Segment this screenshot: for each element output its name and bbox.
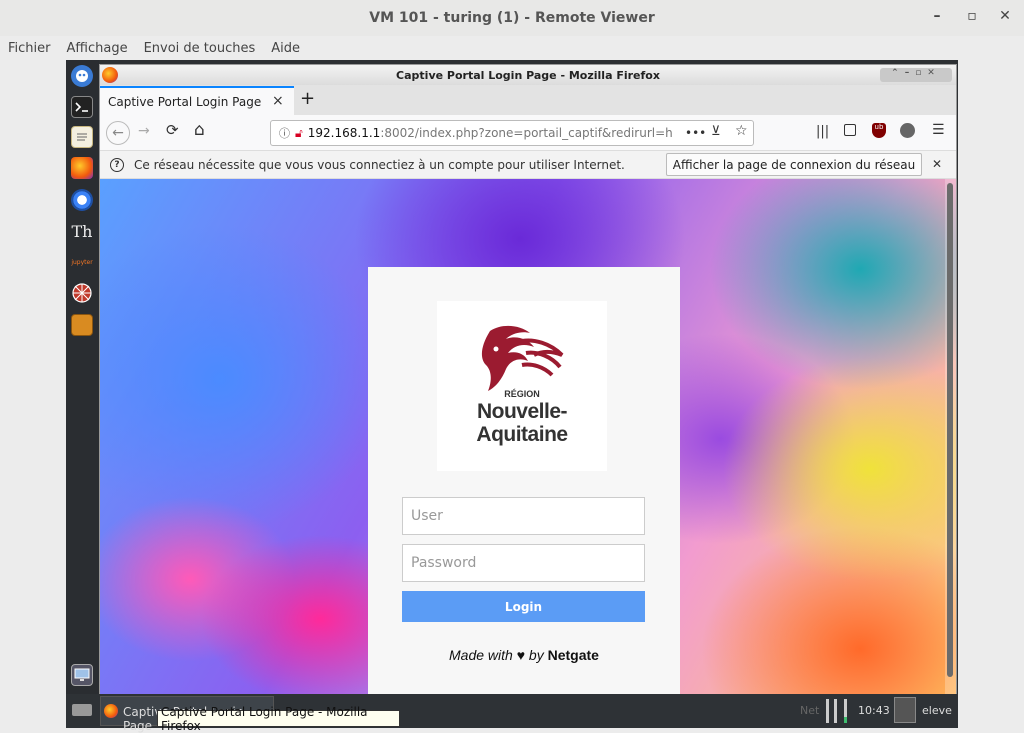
bookmark-star-icon[interactable]: ☆	[735, 123, 748, 139]
url-host: 192.168.1.1	[307, 126, 381, 140]
tab-strip: Captive Portal Login Page × +	[100, 85, 956, 115]
app-icon[interactable]	[71, 65, 93, 87]
launcher-icon[interactable]	[72, 704, 92, 716]
extension-icon[interactable]	[900, 123, 915, 138]
password-input[interactable]: Password	[402, 544, 645, 582]
archive-icon[interactable]	[71, 314, 93, 336]
thonny-icon[interactable]: Th	[71, 220, 93, 242]
net-monitor-graph	[824, 697, 852, 725]
firefox-icon[interactable]	[71, 157, 93, 179]
reload-button[interactable]: ⟳	[166, 121, 179, 139]
page-content: RÉGION Nouvelle- Aquitaine User Password…	[100, 179, 956, 695]
footer-by: by	[528, 647, 544, 663]
sidebar-icon[interactable]	[844, 124, 856, 136]
menu-affichage[interactable]: Affichage	[67, 41, 128, 56]
network-icon[interactable]	[71, 282, 93, 304]
jupyter-icon[interactable]: jupyter	[71, 251, 93, 273]
home-button[interactable]: ⌂	[194, 120, 205, 140]
show-login-page-button[interactable]: Afficher la page de connexion du réseau	[666, 153, 922, 176]
taskbar-tooltip: Captive Portal Login Page - Mozilla Fire…	[157, 705, 400, 733]
question-icon: ?	[110, 157, 124, 172]
text-editor-icon[interactable]	[71, 126, 93, 148]
region-logo: RÉGION Nouvelle- Aquitaine	[437, 301, 607, 471]
back-button[interactable]: ←	[106, 121, 130, 145]
user-label[interactable]: eleve	[922, 704, 952, 717]
login-button[interactable]: Login	[402, 591, 645, 622]
logo-region-text: RÉGION	[504, 389, 540, 399]
lion-emblem-icon	[481, 325, 564, 391]
viewer-menubar: Fichier Affichage Envoi de touches Aide	[0, 36, 1024, 60]
menu-button[interactable]: ☰	[932, 122, 945, 138]
close-button[interactable]: ✕	[994, 8, 1016, 24]
firefox-window: Captive Portal Login Page - Mozilla Fire…	[99, 64, 957, 695]
menu-aide[interactable]: Aide	[271, 41, 300, 56]
scrollbar-thumb[interactable]	[947, 183, 953, 677]
logo-line2: Aquitaine	[476, 423, 568, 446]
firefox-window-title: Captive Portal Login Page - Mozilla Fire…	[396, 68, 660, 82]
notification-close-icon[interactable]: ✕	[932, 157, 942, 171]
forward-button[interactable]: →	[138, 123, 150, 139]
maximize-button[interactable]: ▫	[961, 8, 983, 24]
info-icon[interactable]: ⓘ	[279, 125, 290, 141]
page-scrollbar[interactable]	[945, 179, 956, 695]
minimize-button[interactable]: –	[926, 8, 948, 24]
pocket-icon[interactable]: ⊻	[711, 124, 721, 139]
chromium-icon[interactable]	[71, 189, 93, 211]
footer-brand[interactable]: Netgate	[548, 647, 599, 663]
tab-close-icon[interactable]: ×	[272, 93, 284, 109]
desktop-icon[interactable]	[71, 664, 93, 686]
url-bar[interactable]: ⓘ 🔓︎ 192.168.1.1:8002/index.php?zone=por…	[270, 120, 754, 146]
new-tab-button[interactable]: +	[300, 88, 315, 109]
footer-prefix: Made with	[449, 647, 513, 663]
page-actions-button[interactable]: •••	[685, 126, 706, 140]
terminal-icon[interactable]	[71, 96, 93, 118]
url-path: :8002/index.php?zone=portail_captif&redi…	[380, 126, 673, 140]
viewer-titlebar: VM 101 - turing (1) - Remote Viewer – ▫ …	[0, 0, 1024, 36]
logo-line1: Nouvelle-	[476, 400, 568, 423]
net-monitor-label: Net	[800, 704, 820, 717]
ublock-icon[interactable]: ub	[872, 123, 886, 138]
library-icon[interactable]: |||	[816, 124, 829, 139]
viewer-title: VM 101 - turing (1) - Remote Viewer	[369, 10, 655, 26]
notification-text: Ce réseau nécessite que vous vous connec…	[134, 157, 625, 172]
captive-portal-notification: ? Ce réseau nécessite que vous vous conn…	[100, 151, 956, 179]
heart-icon: ♥	[516, 647, 526, 663]
window-controls[interactable]: ⌃–▫✕	[880, 68, 952, 82]
login-card: RÉGION Nouvelle- Aquitaine User Password…	[368, 267, 680, 695]
navigation-toolbar: ← → ⟳ ⌂ ⓘ 🔓︎ 192.168.1.1:8002/index.php?…	[100, 115, 956, 151]
firefox-titlebar: Captive Portal Login Page - Mozilla Fire…	[100, 65, 956, 85]
made-with-footer: Made with ♥ by Netgate	[368, 647, 680, 663]
clock[interactable]: 10:43	[858, 704, 890, 717]
menu-fichier[interactable]: Fichier	[8, 41, 51, 56]
user-input[interactable]: User	[402, 497, 645, 535]
firefox-icon	[102, 67, 118, 83]
dock: Th jupyter	[66, 60, 99, 694]
lock-screen-icon[interactable]	[894, 697, 916, 723]
firefox-icon	[104, 704, 118, 718]
menu-envoi-de-touches[interactable]: Envoi de touches	[144, 41, 256, 56]
tab-label: Captive Portal Login Page	[108, 94, 262, 109]
tab-captive-portal[interactable]: Captive Portal Login Page ×	[100, 86, 294, 115]
insecure-lock-icon: 🔓︎	[295, 125, 303, 140]
